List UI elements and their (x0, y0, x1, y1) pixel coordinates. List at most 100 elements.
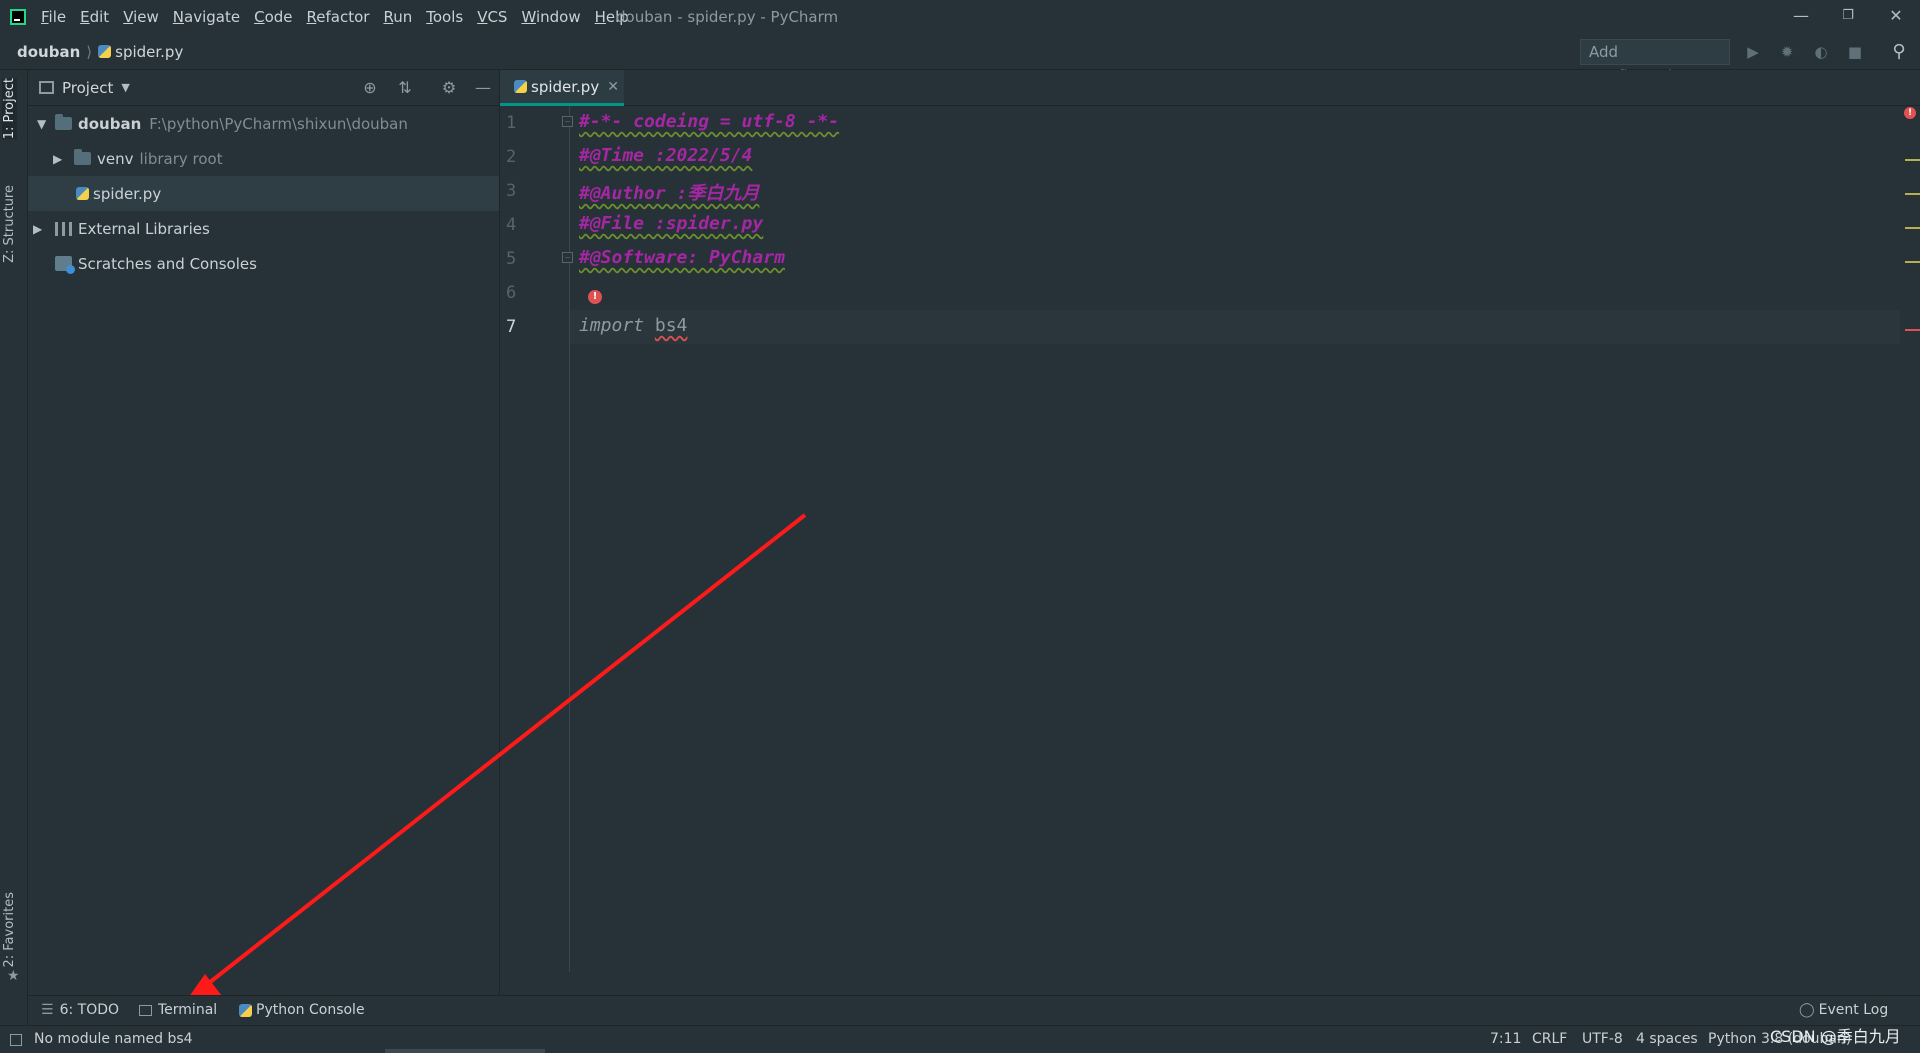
line-number: 4 (506, 215, 517, 235)
debug-icon[interactable]: ✹ (1776, 41, 1798, 63)
list-icon: ☰ (41, 1002, 54, 1018)
tree-item-label: douban (78, 114, 142, 133)
tree-item-spider-py[interactable]: spider.py (28, 176, 499, 211)
tool-tab-favorites-label: 2: Favorites (2, 892, 17, 968)
warning-marker[interactable] (1905, 261, 1920, 263)
menu-edit[interactable]: Edit (73, 8, 116, 26)
restore-icon[interactable]: ❐ (1838, 6, 1858, 26)
chevron-down-icon[interactable]: ▼ (121, 81, 129, 94)
tree-item-douban[interactable]: ▼ douban F:\python\PyCharm\shixun\douban (28, 106, 499, 141)
error-bulb-icon[interactable]: ! (588, 290, 602, 304)
event-log-tab-label: Event Log (1818, 1002, 1889, 1018)
terminal-icon (139, 1004, 152, 1016)
search-icon[interactable]: ⚲ (1888, 41, 1910, 63)
comment-text: #-*- codeing = utf-8 -*- (579, 111, 840, 132)
tree-item-label: venv (97, 149, 134, 168)
comment-text: #@Author :季白九月 (579, 183, 760, 204)
comment-text: #@Time :2022/5/4 (579, 145, 753, 166)
menu-window[interactable]: Window (514, 8, 587, 26)
close-window-icon[interactable]: ✕ (1886, 6, 1906, 26)
collapse-all-icon[interactable]: ⇅ (395, 78, 415, 98)
expand-arrow-icon[interactable]: ▼ (37, 117, 46, 131)
menu-file[interactable]: File (34, 8, 73, 26)
pycharm-logo-icon (10, 9, 26, 25)
line-separator[interactable]: CRLF (1532, 1031, 1567, 1047)
python-file-icon (76, 187, 89, 200)
line-number: 5 (506, 249, 517, 269)
file-encoding[interactable]: UTF-8 (1582, 1031, 1623, 1047)
fold-marker-icon[interactable]: − (562, 252, 573, 263)
menu-run[interactable]: Run (376, 8, 419, 26)
expand-arrow-icon[interactable]: ▶ (33, 222, 42, 236)
menu-navigate[interactable]: Navigate (166, 8, 247, 26)
breadcrumb-file[interactable]: spider.py (115, 43, 183, 61)
menu-vcs[interactable]: VCS (470, 8, 514, 26)
expand-arrow-icon[interactable]: ▶ (53, 152, 62, 166)
stop-icon[interactable]: ■ (1844, 41, 1866, 63)
tool-tab-project-label: 1: Project (2, 78, 17, 140)
breadcrumb-project[interactable]: douban (17, 43, 80, 61)
line-number: 3 (506, 181, 517, 201)
import-keyword: import (579, 315, 645, 336)
event-log-tab[interactable]: ◯ Event Log (1799, 1002, 1888, 1018)
python-console-tab-label: Python Console (256, 1002, 365, 1018)
code-line-5[interactable]: #@Software: PyCharm (579, 247, 785, 268)
warning-marker[interactable] (1905, 159, 1920, 161)
window-title: douban - spider.py - PyCharm (616, 8, 839, 26)
csdn-watermark: CSDN @季白九月 (1770, 1027, 1901, 1046)
todo-tab[interactable]: ☰ 6: TODO (41, 1002, 119, 1018)
tree-item-label: Scratches and Consoles (78, 254, 257, 273)
menu-view[interactable]: View (116, 8, 166, 26)
indent-setting[interactable]: 4 spaces (1636, 1031, 1698, 1047)
project-window-icon (39, 81, 54, 94)
python-file-icon (514, 80, 527, 93)
python-file-icon (98, 45, 112, 58)
code-line-1[interactable]: #-*- codeing = utf-8 -*- (579, 111, 839, 132)
editor-gutter: 1 2 3 4 5 6 7 − − (500, 106, 573, 972)
tree-item-venv[interactable]: ▶ venv library root (28, 141, 499, 176)
tool-tab-structure[interactable]: Z: Structure (2, 185, 17, 263)
caret-position[interactable]: 7:11 (1490, 1031, 1521, 1047)
tool-tab-project[interactable]: 1: Project (2, 78, 17, 140)
code-line-3[interactable]: #@Author :季白九月 (579, 179, 759, 205)
project-panel-title[interactable]: Project (62, 79, 113, 97)
run-with-coverage-icon[interactable]: ◐ (1810, 41, 1832, 63)
editor-tab-spider-py[interactable]: spider.py ✕ (500, 70, 624, 106)
tool-tab-favorites[interactable]: 2: Favorites (2, 892, 17, 968)
project-panel-header: Project ▼ ⊕ ⇅ ⚙ — (28, 70, 499, 106)
close-tab-icon[interactable]: ✕ (607, 79, 619, 95)
tree-item-external-libraries[interactable]: ▶ External Libraries (28, 211, 499, 246)
status-bar: No module named bs4 7:11 CRLF UTF-8 4 sp… (0, 1025, 1920, 1053)
tree-item-scratches[interactable]: Scratches and Consoles (28, 246, 499, 281)
gear-icon[interactable]: ⚙ (439, 78, 459, 98)
tree-item-path: F:\python\PyCharm\shixun\douban (149, 114, 408, 133)
add-configuration-button[interactable]: Add Configuration... (1580, 39, 1730, 85)
toggle-tool-windows-icon[interactable] (10, 1034, 22, 1046)
navigation-bar: douban ⟩ spider.py Add Configuration... … (0, 34, 1920, 85)
horizontal-scrollbar[interactable] (385, 1049, 545, 1053)
status-message[interactable]: No module named bs4 (34, 1031, 193, 1047)
tree-item-label: spider.py (93, 184, 162, 203)
run-icon[interactable]: ▶ (1742, 41, 1764, 63)
code-line-4[interactable]: #@File :spider.py (579, 213, 763, 234)
tree-item-note: library root (139, 149, 223, 168)
python-console-tab[interactable]: Python Console (239, 1002, 365, 1018)
warning-marker[interactable] (1905, 227, 1920, 229)
library-icon (55, 221, 72, 236)
minimize-icon[interactable]: — (1791, 6, 1811, 26)
fold-marker-icon[interactable]: − (562, 116, 573, 127)
menu-tools[interactable]: Tools (419, 8, 470, 26)
menu-refactor[interactable]: Refactor (300, 8, 377, 26)
tree-item-label: External Libraries (78, 219, 210, 238)
locate-icon[interactable]: ⊕ (360, 78, 380, 98)
code-line-2[interactable]: #@Time :2022/5/4 (579, 145, 752, 166)
terminal-tab[interactable]: Terminal (139, 1002, 217, 1018)
tool-window-bar: ☰ 6: TODO Terminal Python Console ◯ Even… (28, 995, 1920, 1025)
menu-code[interactable]: Code (247, 8, 299, 26)
code-line-7[interactable]: import bs4 (579, 315, 687, 336)
error-marker[interactable] (1905, 329, 1920, 331)
comment-text: #@File :spider.py (579, 213, 764, 234)
hide-panel-icon[interactable]: — (473, 78, 493, 98)
warning-marker[interactable] (1905, 193, 1920, 195)
comment-text: #@Software: PyCharm (579, 247, 785, 268)
